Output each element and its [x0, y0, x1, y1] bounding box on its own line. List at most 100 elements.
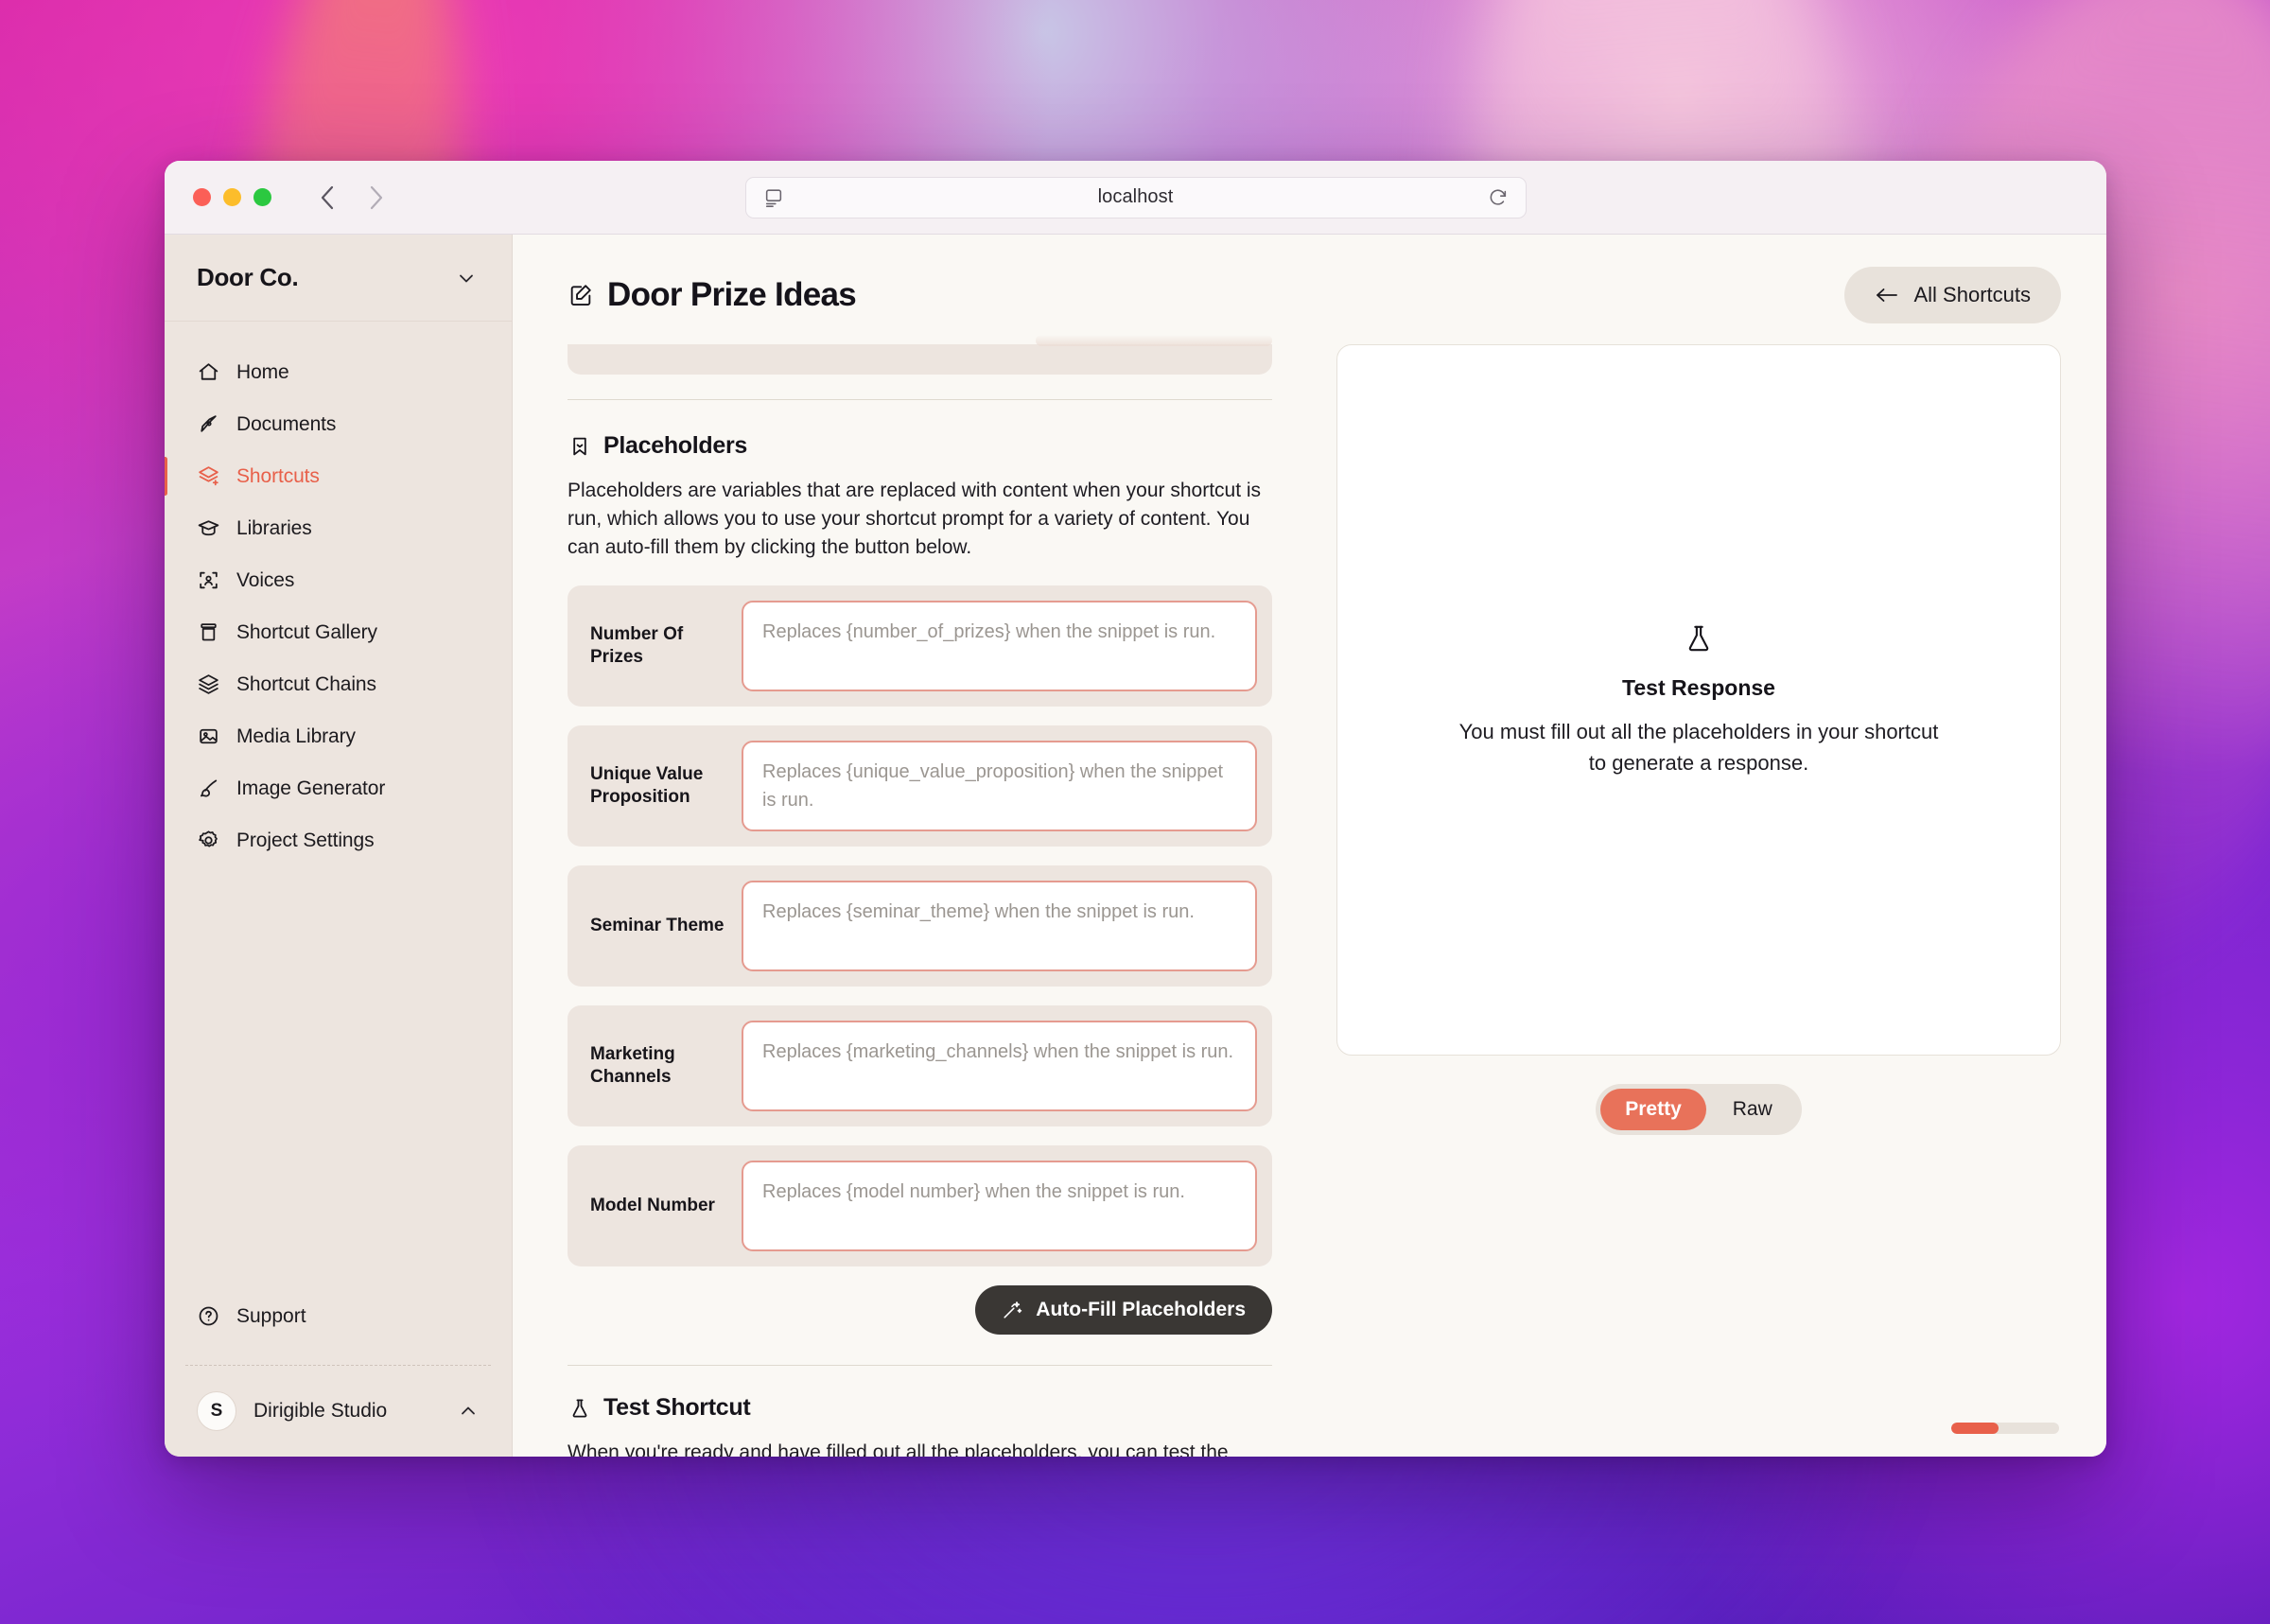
test-response-text: You must fill out all the placeholders i… [1458, 719, 1939, 775]
back-button[interactable] [311, 182, 343, 214]
workspace-switcher[interactable]: Door Co. [165, 235, 512, 322]
placeholders-title: Placeholders [603, 432, 748, 459]
placeholder-label: Number Of Prizes [590, 623, 684, 668]
flask-icon [1683, 622, 1715, 655]
maximize-button[interactable] [253, 188, 271, 206]
test-section-divider [568, 1365, 1272, 1367]
bookmark-icon [568, 434, 592, 459]
sidebar-item-label: Image Generator [236, 777, 386, 799]
browser-window: localhost Door Co. Home Documents Shortc… [165, 161, 2106, 1457]
sidebar-item-label: Shortcut Gallery [236, 620, 377, 643]
placeholder-label: Unique Value Proposition [590, 763, 704, 808]
traffic-lights [193, 188, 271, 206]
placeholder-input-unique-value-proposition[interactable] [742, 741, 1257, 832]
scroll-progress-fill [1951, 1423, 1999, 1434]
format-pretty-button[interactable]: Pretty [1600, 1089, 1706, 1130]
placeholder-row: Seminar Theme [568, 865, 1272, 987]
test-shortcut-description: When you're ready and have filled out al… [568, 1441, 1229, 1457]
sidebar-nav: Home Documents Shortcuts Libraries Voice… [165, 322, 512, 866]
sidebar-item-support[interactable]: Support [165, 1290, 512, 1342]
placeholder-label: Seminar Theme [590, 916, 725, 936]
sidebar-item-image-generator[interactable]: Image Generator [165, 762, 512, 814]
stacked-layers-plus-icon [197, 464, 220, 488]
page-title: Door Prize Ideas [607, 276, 857, 313]
main-content: Door Prize Ideas All Shortcuts Placehold… [513, 235, 2106, 1457]
account-name: Dirigible Studio [253, 1400, 388, 1422]
sidebar-item-shortcut-gallery[interactable]: Shortcut Gallery [165, 606, 512, 658]
test-shortcut-section-header: Test Shortcut [568, 1394, 1272, 1422]
url-text: localhost [1097, 186, 1174, 207]
magic-wand-icon [1002, 1300, 1022, 1320]
scroll-progress-indicator[interactable] [1951, 1423, 2059, 1434]
auto-fill-placeholders-button[interactable]: Auto-Fill Placeholders [975, 1285, 1272, 1336]
reload-icon[interactable] [1486, 185, 1510, 210]
placeholder-input-number-of-prizes[interactable] [742, 601, 1257, 692]
test-response-title: Test Response [1622, 674, 1775, 700]
sidebar-item-project-settings[interactable]: Project Settings [165, 814, 512, 866]
placeholder-input-seminar-theme[interactable] [742, 881, 1257, 972]
sidebar-item-libraries[interactable]: Libraries [165, 502, 512, 554]
sidebar-toggle-icon[interactable] [761, 185, 786, 210]
pen-nib-icon [197, 412, 220, 436]
sidebar-item-voices[interactable]: Voices [165, 554, 512, 606]
sidebar-item-label: Documents [236, 412, 337, 435]
sidebar-item-label: Libraries [236, 516, 312, 539]
flask-icon [568, 1396, 592, 1421]
all-shortcuts-button[interactable]: All Shortcuts [1843, 267, 2061, 323]
workspace-name: Door Co. [197, 263, 299, 291]
auto-fill-label: Auto-Fill Placeholders [1036, 1299, 1246, 1321]
all-shortcuts-label: All Shortcuts [1913, 283, 2032, 306]
app-body: Door Co. Home Documents Shortcuts Librar… [165, 235, 2106, 1457]
desktop-wallpaper: localhost Door Co. Home Documents Shortc… [0, 0, 2270, 1624]
forward-button[interactable] [360, 182, 393, 214]
scrolled-off-card[interactable] [568, 335, 1272, 375]
page-title-wrap: Door Prize Ideas [568, 276, 857, 314]
archive-box-icon [197, 620, 220, 644]
autofill-button-row: Auto-Fill Placeholders [568, 1285, 1272, 1336]
paintbrush-icon [197, 777, 220, 800]
close-button[interactable] [193, 188, 211, 206]
sidebar-item-shortcut-chains[interactable]: Shortcut Chains [165, 658, 512, 710]
placeholder-input-model-number[interactable] [742, 1161, 1257, 1252]
sidebar-item-label: Media Library [236, 725, 356, 747]
placeholder-label: Marketing Channels [590, 1043, 675, 1088]
sidebar-item-label: Home [236, 360, 289, 383]
avatar: S [197, 1391, 236, 1431]
arrow-left-icon [1875, 285, 1899, 306]
minimize-button[interactable] [223, 188, 241, 206]
response-format-toggle: Pretty Raw [1596, 1084, 1802, 1135]
sidebar-item-label: Shortcut Chains [236, 672, 376, 695]
page-header: Door Prize Ideas All Shortcuts [513, 235, 2106, 323]
placeholder-input-marketing-channels[interactable] [742, 1021, 1257, 1112]
sidebar-item-documents[interactable]: Documents [165, 398, 512, 450]
graduation-cap-icon [197, 516, 220, 540]
edit-square-icon [568, 282, 594, 308]
sidebar-item-shortcuts[interactable]: Shortcuts [165, 450, 512, 502]
account-switcher[interactable]: S Dirigible Studio [165, 1366, 512, 1457]
address-bar[interactable]: localhost [744, 176, 1527, 218]
placeholders-description: Placeholders are variables that are repl… [568, 480, 1262, 558]
sidebar-item-label: Voices [236, 568, 295, 591]
right-column: Test Response You must fill out all the … [1272, 344, 2061, 1457]
layers-icon [197, 672, 220, 696]
content-scroll-area[interactable]: Placeholders Placeholders are variables … [513, 323, 2106, 1457]
format-raw-button[interactable]: Raw [1708, 1089, 1797, 1130]
chevron-down-icon[interactable] [455, 267, 478, 289]
placeholders-section-header: Placeholders [568, 432, 1272, 460]
placeholder-row: Model Number [568, 1145, 1272, 1267]
sidebar-item-media-library[interactable]: Media Library [165, 710, 512, 762]
gear-icon [197, 829, 220, 852]
placeholder-row: Marketing Channels [568, 1005, 1272, 1127]
chevron-up-icon[interactable] [457, 1400, 480, 1423]
placeholder-row: Unique Value Proposition [568, 725, 1272, 847]
browser-titlebar: localhost [165, 161, 2106, 235]
home-icon [197, 360, 220, 384]
placeholder-row: Number Of Prizes [568, 585, 1272, 707]
test-shortcut-title: Test Shortcut [603, 1394, 751, 1422]
placeholder-label: Model Number [590, 1196, 715, 1216]
section-divider [568, 399, 1272, 400]
question-circle-icon [197, 1304, 220, 1328]
sidebar-item-home[interactable]: Home [165, 346, 512, 398]
image-icon [197, 725, 220, 748]
